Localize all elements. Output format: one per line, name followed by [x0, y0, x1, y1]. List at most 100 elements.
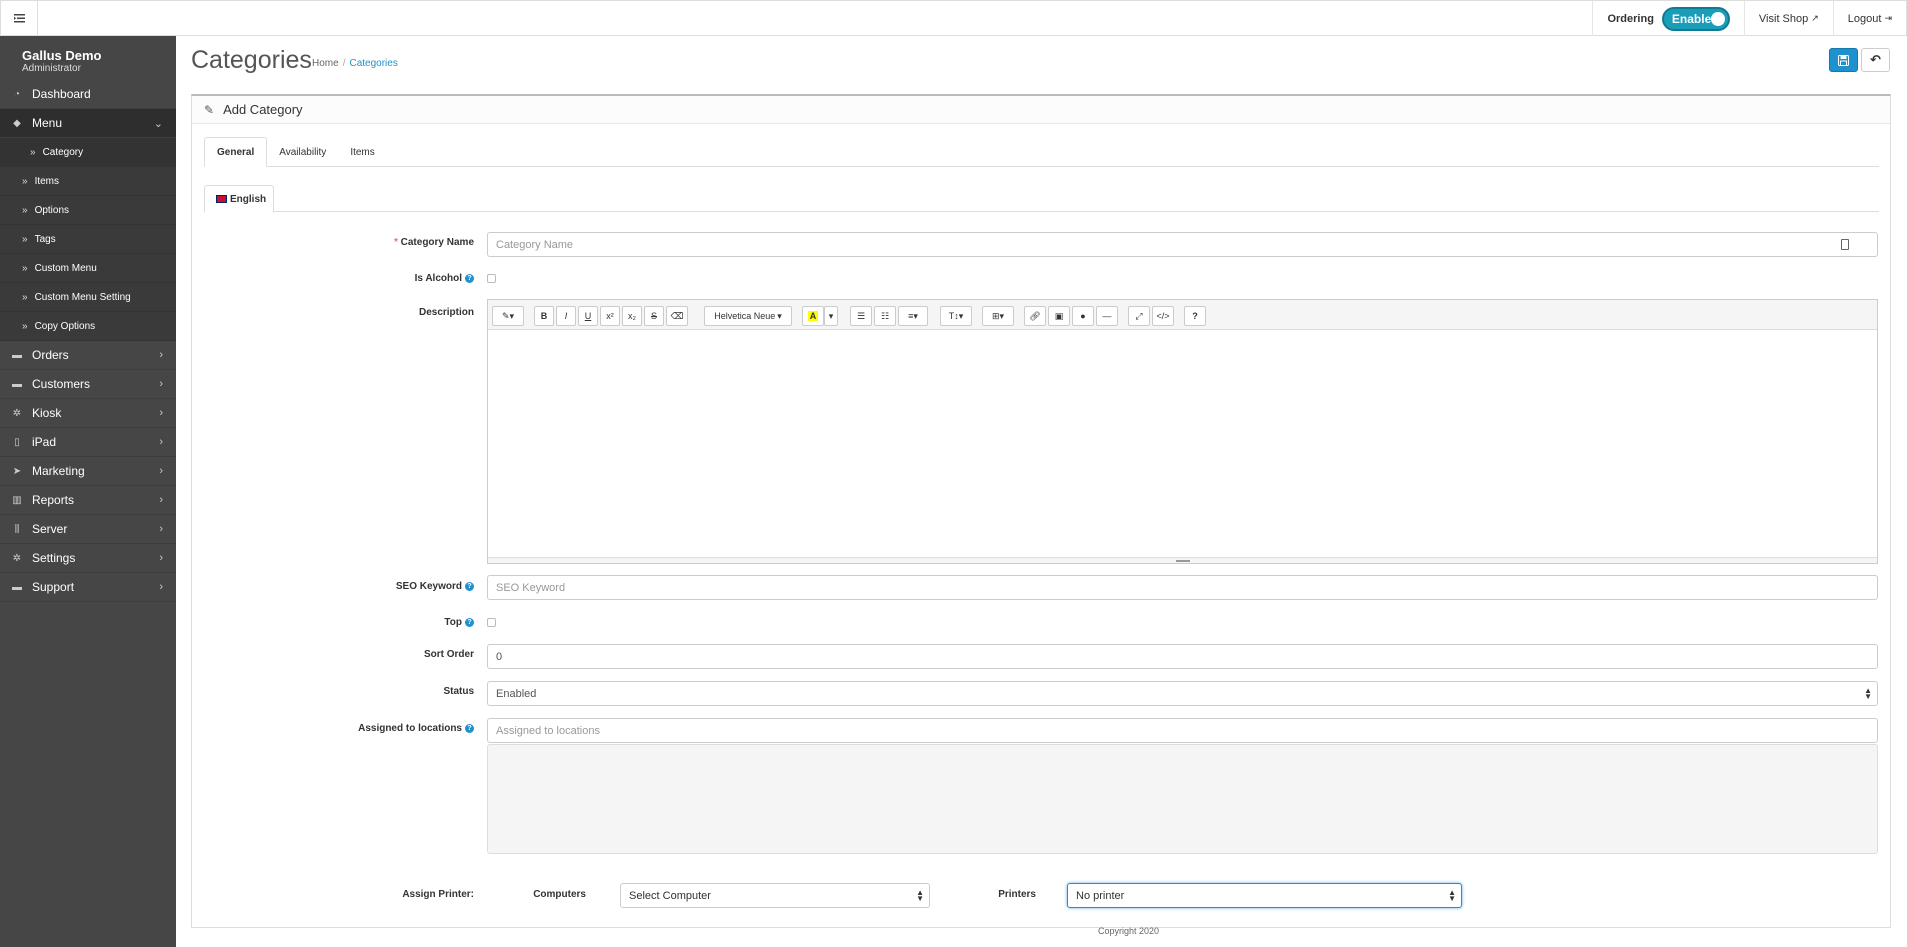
locations-input[interactable]: Assigned to locations — [487, 718, 1878, 743]
font-color-dropdown[interactable]: ▾ — [824, 306, 838, 326]
chevron-down-icon: ⌄ — [153, 118, 163, 130]
brand: Gallus Demo Administrator — [0, 36, 176, 80]
seo-keyword-placeholder: SEO Keyword — [496, 581, 566, 594]
category-name-input[interactable]: Category Name — [487, 232, 1878, 257]
editor-toolbar: ✎▾ B I U x² x₂ S ⌫ Helvetica Neue ▾ A ▾ ☰… — [488, 300, 1877, 330]
link-button[interactable]: 🔗︎ — [1024, 306, 1046, 326]
paragraph-align-dropdown[interactable]: ≡▾ — [898, 306, 928, 326]
shopping-cart-icon: ▬ — [12, 349, 22, 361]
sidebar-subitem-category[interactable]: » Category — [0, 138, 176, 167]
sort-order-label: Sort Order — [423, 649, 474, 660]
tab-language-english[interactable]: English — [204, 185, 274, 213]
image-button[interactable]: ▣ — [1048, 306, 1070, 326]
description-editor: ✎▾ B I U x² x₂ S ⌫ Helvetica Neue ▾ A ▾ ☰… — [487, 299, 1878, 564]
chevron-right-icon: › — [159, 407, 163, 419]
breadcrumb-home[interactable]: Home — [312, 58, 339, 69]
sidebar-subitem-options[interactable]: » Options — [0, 196, 176, 225]
clear-format-button[interactable]: ⌫ — [666, 306, 688, 326]
sidebar-item-label: Support — [32, 580, 75, 594]
chevron-right-icon: › — [159, 494, 163, 506]
logout-link[interactable]: Logout ⇥ — [1832, 1, 1906, 36]
sidebar-item-marketing[interactable]: ➤ Marketing › — [0, 457, 176, 486]
font-family-dropdown[interactable]: Helvetica Neue ▾ — [704, 306, 792, 326]
is-alcohol-checkbox[interactable] — [487, 274, 496, 283]
underline-button[interactable]: U — [578, 306, 598, 326]
language-tabs: English — [204, 185, 1879, 213]
computers-value: Select Computer — [629, 889, 711, 902]
help-button[interactable]: ? — [1184, 306, 1206, 326]
save-button[interactable] — [1829, 48, 1858, 72]
top-checkbox[interactable] — [487, 618, 496, 627]
horizontal-rule-button[interactable]: — — [1096, 306, 1118, 326]
strikethrough-button[interactable]: S — [644, 306, 664, 326]
sidebar-subitem-custom-menu[interactable]: » Custom Menu — [0, 254, 176, 283]
unordered-list-button[interactable]: ☰ — [850, 306, 872, 326]
printers-select[interactable]: No printer ▲ ▼ — [1067, 883, 1462, 908]
sidebar-subitem-custom-menu-setting[interactable]: » Custom Menu Setting — [0, 283, 176, 312]
top-label: Top? — [292, 617, 474, 628]
sidebar-item-orders[interactable]: ▬ Orders › — [0, 341, 176, 370]
sidebar-item-reports[interactable]: ▥ Reports › — [0, 486, 176, 515]
uk-flag-icon — [216, 195, 227, 203]
dashboard-icon: ◔ — [13, 88, 21, 100]
ordered-list-button[interactable]: ☷ — [874, 306, 896, 326]
style-dropdown[interactable]: ✎▾ — [492, 306, 524, 326]
help-icon[interactable]: ? — [465, 617, 474, 627]
sidebar-item-settings[interactable]: ✲ Settings › — [0, 544, 176, 573]
status-label: Status — [443, 686, 474, 697]
description-edit-area[interactable] — [488, 330, 1877, 557]
sidebar-item-kiosk[interactable]: ✲ Kiosk › — [0, 399, 176, 428]
line-height-dropdown[interactable]: T↕▾ — [940, 306, 972, 326]
help-icon[interactable]: ? — [465, 581, 474, 591]
picture-icon: ▣ — [1054, 310, 1064, 321]
resize-grip-icon — [1176, 560, 1190, 562]
superscript-button[interactable]: x² — [600, 306, 620, 326]
help-icon[interactable]: ? — [465, 723, 474, 733]
ordering-control: Ordering Enable — [1592, 1, 1743, 36]
table-dropdown[interactable]: ⊞▾ — [982, 306, 1014, 326]
sidebar-item-support[interactable]: ▬ Support › — [0, 573, 176, 602]
ordering-toggle[interactable]: Enable — [1661, 6, 1730, 31]
sort-order-input[interactable]: 0 — [487, 644, 1878, 669]
tab-items[interactable]: Items — [338, 137, 386, 167]
sidebar-toggle-button[interactable] — [1, 1, 38, 36]
computers-select[interactable]: Select Computer ▲ ▼ — [620, 883, 930, 908]
expand-icon: ⤢ — [1135, 310, 1143, 321]
sidebar-item-label: Marketing — [32, 464, 85, 478]
code-view-button[interactable]: </> — [1152, 306, 1174, 326]
font-color-icon: A — [807, 311, 819, 321]
help-icon[interactable]: ? — [465, 273, 474, 283]
video-icon: ● — [1080, 311, 1086, 321]
sidebar-subitem-tags[interactable]: » Tags — [0, 225, 176, 254]
sidebar-subitem-copy-options[interactable]: » Copy Options — [0, 312, 176, 341]
sidebar-item-server[interactable]: ⫼ Server › — [0, 515, 176, 544]
panel-heading: ✎ Add Category — [192, 96, 1890, 124]
status-select[interactable]: Enabled ▲ ▼ — [487, 681, 1878, 706]
sidebar-item-label: Orders — [32, 348, 69, 362]
chevron-right-icon: › — [159, 581, 163, 593]
tab-availability[interactable]: Availability — [267, 137, 338, 167]
sidebar-subitem-label: Custom Menu Setting — [34, 291, 131, 303]
font-color-button[interactable]: A — [802, 306, 824, 326]
breadcrumb-current[interactable]: Categories — [349, 58, 397, 69]
visit-shop-link[interactable]: Visit Shop ↗ — [1743, 1, 1833, 36]
bold-button[interactable]: B — [534, 306, 554, 326]
seo-keyword-input[interactable]: SEO Keyword — [487, 575, 1878, 600]
fullscreen-button[interactable]: ⤢ — [1128, 306, 1150, 326]
italic-button[interactable]: I — [556, 306, 576, 326]
sidebar-item-dashboard[interactable]: ◔ Dashboard — [0, 80, 176, 109]
editor-resize-bar[interactable] — [488, 557, 1877, 563]
description-label: Description — [418, 307, 474, 318]
sidebar-item-ipad[interactable]: ▯ iPad › — [0, 428, 176, 457]
sidebar-item-label: iPad — [32, 435, 57, 449]
sidebar-item-menu[interactable]: ◆ Menu ⌄ — [0, 109, 176, 138]
subscript-button[interactable]: x₂ — [622, 306, 642, 326]
sidebar-subitem-items[interactable]: » Items — [0, 167, 176, 196]
strikethrough-icon: S — [650, 311, 657, 321]
back-button[interactable]: ↶ — [1861, 48, 1890, 72]
video-button[interactable]: ● — [1072, 306, 1094, 326]
tab-general[interactable]: General — [204, 137, 268, 167]
sidebar-item-label: Dashboard — [32, 87, 91, 101]
sidebar-item-customers[interactable]: ▬ Customers › — [0, 370, 176, 399]
select-arrows-icon: ▲ ▼ — [1448, 888, 1456, 903]
